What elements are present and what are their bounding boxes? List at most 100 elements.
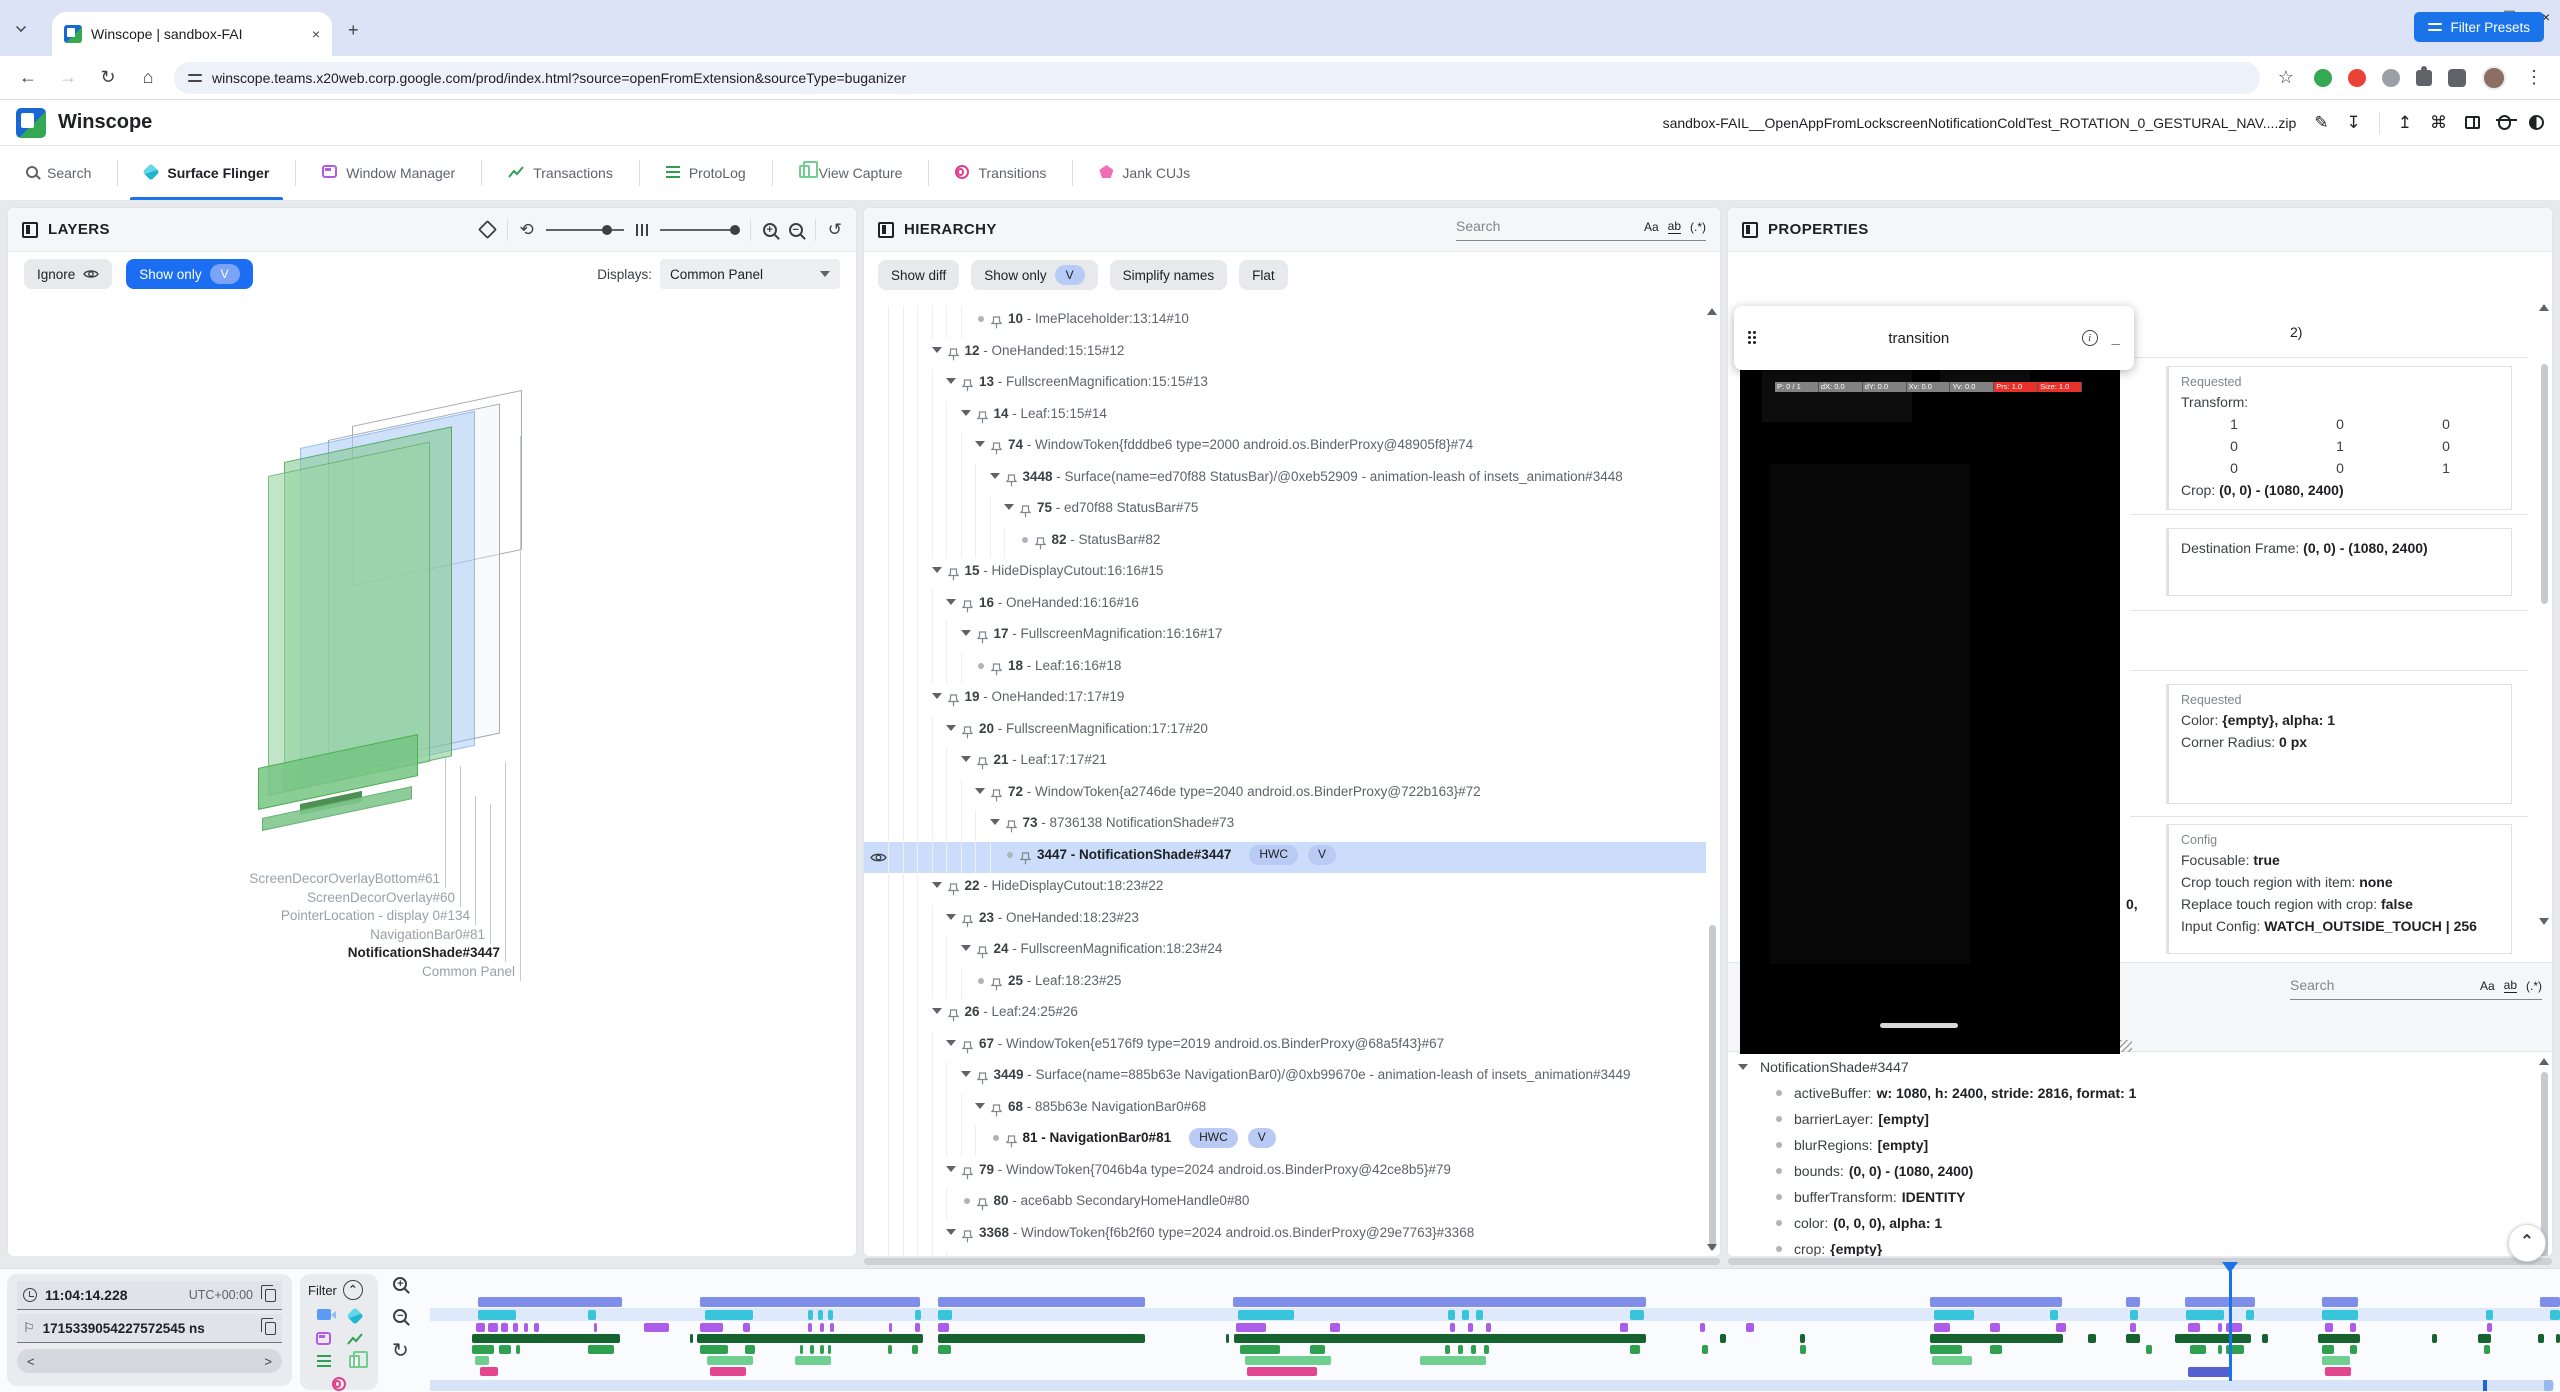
- tree-node-3448[interactable]: 3448 - Surface(name=ed70f88 StatusBar)/@…: [864, 464, 1706, 496]
- trace-segment-window-manager[interactable]: [2056, 1323, 2066, 1332]
- tree-node-15[interactable]: 15 - HideDisplayCutout:16:16#15: [864, 558, 1706, 590]
- pin-node-icon[interactable]: [977, 627, 988, 653]
- extensions-puzzle-icon[interactable]: [2416, 70, 2432, 86]
- tree-node-18[interactable]: 18 - Leaf:16:16#18: [864, 653, 1706, 685]
- pin-node-icon[interactable]: [962, 375, 973, 401]
- match-case-icon[interactable]: Aa: [2480, 979, 2495, 993]
- collapse-layers-panel-icon[interactable]: [22, 222, 38, 238]
- trace-segment-surface-flinger[interactable]: [2050, 1310, 2058, 1320]
- trace-segment-window-manager[interactable]: [501, 1323, 508, 1332]
- trace-segment-window-manager[interactable]: [1330, 1323, 1340, 1332]
- trace-segment-protolog[interactable]: [888, 1345, 892, 1354]
- pin-node-icon[interactable]: [962, 1163, 973, 1189]
- dark-mode-toggle-icon[interactable]: [2529, 115, 2544, 130]
- ignore-chip[interactable]: Ignore: [24, 259, 112, 289]
- tree-node-14[interactable]: 14 - Leaf:15:15#14: [864, 401, 1706, 433]
- trace-segment-view-capture[interactable]: [2322, 1356, 2350, 1365]
- transactions-trace-icon[interactable]: [347, 1332, 363, 1346]
- trace-segment-transitions[interactable]: [710, 1367, 746, 1376]
- hierarchy-scrollbar[interactable]: [1709, 925, 1716, 1250]
- trace-segment-transitions[interactable]: [1247, 1367, 1317, 1376]
- trace-segment-window-manager[interactable]: [700, 1323, 723, 1332]
- tree-node-22[interactable]: 22 - HideDisplayCutout:18:23#22: [864, 873, 1706, 905]
- pin-node-icon[interactable]: [1006, 1131, 1017, 1157]
- displays-select[interactable]: Common Panel: [660, 259, 840, 289]
- trace-segment-view-capture[interactable]: [1420, 1356, 1486, 1365]
- trace-segment-transactions[interactable]: [2478, 1334, 2491, 1343]
- trace-segment-transitions[interactable]: [2325, 1367, 2351, 1376]
- browser-menu-kebab-icon[interactable]: ⋮: [2522, 67, 2546, 88]
- layer-label[interactable]: NavigationBar0#81: [370, 927, 485, 942]
- pin-node-icon[interactable]: [977, 1194, 988, 1220]
- trace-segment-protolog[interactable]: [800, 1345, 803, 1354]
- expand-arrow-icon[interactable]: [961, 1071, 975, 1077]
- scroll-up-icon[interactable]: [2539, 1058, 2549, 1065]
- expand-arrow-icon[interactable]: [961, 410, 975, 416]
- url-bar[interactable]: winscope.teams.x20web.corp.google.com/pr…: [174, 62, 2260, 94]
- trace-segment-screen-recording[interactable]: [2185, 1297, 2255, 1307]
- browser-tab[interactable]: Winscope | sandbox-FAI ×: [52, 12, 332, 56]
- trace-segment-window-manager[interactable]: [1934, 1323, 1950, 1332]
- trace-segment-window-manager[interactable]: [2130, 1323, 2136, 1332]
- layers-3d-view[interactable]: ScreenDecorOverlayBottom#61ScreenDecorOv…: [8, 296, 856, 1256]
- expand-arrow-icon[interactable]: [961, 630, 975, 636]
- expand-arrow-icon[interactable]: [975, 441, 989, 447]
- trace-segment-window-manager[interactable]: [644, 1323, 669, 1332]
- trace-segment-protolog[interactable]: [1702, 1345, 1708, 1354]
- trace-segment-surface-flinger[interactable]: [2322, 1310, 2358, 1320]
- pin-node-icon[interactable]: [948, 879, 959, 905]
- trace-segment-protolog[interactable]: [1800, 1345, 1806, 1354]
- trace-segment-screen-recording[interactable]: [478, 1297, 622, 1307]
- trace-segment-protolog[interactable]: [2146, 1345, 2152, 1354]
- expand-arrow-icon[interactable]: [932, 347, 946, 353]
- trace-segment-surface-flinger[interactable]: [1630, 1310, 1644, 1320]
- timeline-reset-zoom-icon[interactable]: ↻: [392, 1341, 409, 1361]
- timeline-canvas[interactable]: [430, 1269, 2560, 1392]
- screen-recording-trace-icon[interactable]: [317, 1309, 331, 1320]
- trace-segment-window-manager[interactable]: [830, 1323, 834, 1332]
- resize-handle[interactable]: [2120, 1040, 2132, 1052]
- pin-node-icon[interactable]: [1006, 816, 1017, 842]
- trace-segment-window-manager[interactable]: [808, 1323, 812, 1332]
- expand-arrow-icon[interactable]: [975, 1103, 989, 1109]
- bookmark-star-icon[interactable]: ☆: [2274, 67, 2298, 88]
- download-traces-icon[interactable]: ↧: [2347, 114, 2361, 131]
- hierarchy-search-input[interactable]: Search Aa ab (.*): [1456, 218, 1706, 241]
- pin-node-icon[interactable]: [1020, 848, 1031, 874]
- trace-segment-view-capture[interactable]: [1245, 1356, 1331, 1365]
- new-tab-button[interactable]: +: [348, 20, 359, 41]
- tab-transitions[interactable]: Transitions: [929, 146, 1072, 200]
- reload-button[interactable]: ↻: [96, 67, 120, 88]
- pin-node-icon[interactable]: [977, 407, 988, 433]
- tab-jank-cujs[interactable]: Jank CUJs: [1073, 146, 1216, 200]
- info-icon[interactable]: i: [2082, 330, 2098, 346]
- trace-segment-transactions[interactable]: [472, 1334, 620, 1343]
- visibility-eye-icon[interactable]: [870, 847, 887, 873]
- pin-node-icon[interactable]: [962, 1226, 973, 1252]
- report-bug-icon[interactable]: [2498, 115, 2511, 130]
- human-timestamp-field[interactable]: 11:04:14.228 UTC+00:00: [17, 1281, 282, 1310]
- tree-node-72[interactable]: 72 - WindowToken{a2746de type=2040 andro…: [864, 779, 1706, 811]
- pin-node-icon[interactable]: [948, 1005, 959, 1031]
- pin-node-icon[interactable]: [1006, 470, 1017, 496]
- trace-segment-window-manager[interactable]: [938, 1323, 949, 1332]
- trace-segment-surface-flinger[interactable]: [2130, 1310, 2138, 1320]
- property-row-activeBuffer[interactable]: activeBuffer:w: 1080, h: 2400, stride: 2…: [1728, 1080, 2536, 1106]
- match-word-icon[interactable]: ab: [2504, 978, 2517, 993]
- trace-segment-window-manager[interactable]: [915, 1323, 920, 1332]
- trace-segment-surface-flinger[interactable]: [2186, 1310, 2224, 1320]
- pin-node-icon[interactable]: [991, 785, 1002, 811]
- trace-segment-screen-recording[interactable]: [2322, 1297, 2358, 1307]
- trace-segment-surface-flinger[interactable]: [818, 1310, 823, 1320]
- trace-segment-protolog[interactable]: [938, 1345, 951, 1354]
- minimize-overlay-button[interactable]: _: [2112, 330, 2120, 347]
- collapse-timeline-button[interactable]: ⌃: [2508, 1224, 2546, 1262]
- chip-show-only[interactable]: Show onlyV: [971, 260, 1097, 290]
- trace-segment-surface-flinger[interactable]: [2550, 1310, 2560, 1320]
- trace-segment-surface-flinger[interactable]: [1476, 1310, 1483, 1320]
- tab-close-icon[interactable]: ×: [312, 26, 320, 42]
- trace-segment-surface-flinger[interactable]: [2486, 1310, 2493, 1320]
- site-settings-icon[interactable]: [188, 73, 202, 83]
- trace-segment-view-capture[interactable]: [707, 1356, 753, 1365]
- timeline-range-bar[interactable]: [430, 1380, 2554, 1391]
